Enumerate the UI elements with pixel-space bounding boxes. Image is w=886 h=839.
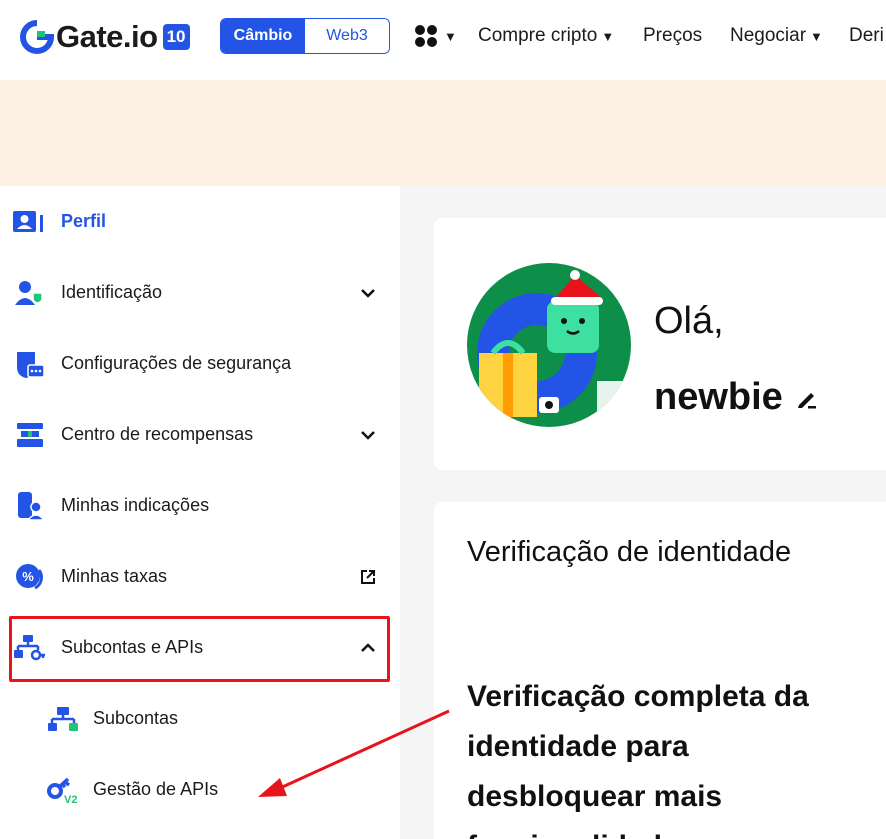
nav-compre-cripto[interactable]: Compre cripto ▼ bbox=[478, 25, 614, 47]
caret-down-icon: ▼ bbox=[601, 28, 615, 44]
percent-icon: % bbox=[13, 562, 47, 592]
username-text: newbie bbox=[654, 376, 783, 418]
sidebar-item-label: Gestão de APIs bbox=[93, 779, 219, 799]
api-key-icon: V2 bbox=[46, 775, 80, 805]
caret-down-icon: ▼ bbox=[444, 28, 457, 44]
username: newbie bbox=[654, 376, 819, 419]
avatar[interactable] bbox=[467, 263, 631, 427]
gate-logo-icon bbox=[20, 20, 54, 54]
sidebar-item-label: Identificação bbox=[61, 282, 163, 302]
top-nav: Gate.io 10 Câmbio Web3 ▼ Compre cripto ▼… bbox=[0, 0, 886, 80]
sidebar-item-identificacao[interactable]: Identificação bbox=[0, 257, 400, 328]
chevron-down-icon[interactable] bbox=[358, 425, 378, 445]
sidebar-subitem-subcontas[interactable]: Subcontas bbox=[0, 683, 400, 754]
sidebar-subitem-gestao-apis[interactable]: V2 Gestão de APIs bbox=[0, 754, 400, 825]
identity-verification-card: Verificação de identidade Verificação co… bbox=[434, 502, 886, 839]
sidebar-item-seguranca[interactable]: Configurações de segurança bbox=[0, 328, 400, 399]
announcement-banner bbox=[0, 80, 886, 186]
referral-icon bbox=[13, 491, 47, 521]
sidebar-item-subcontas-apis[interactable]: Subcontas e APIs bbox=[0, 612, 400, 683]
sidebar-item-taxas[interactable]: % Minhas taxas bbox=[0, 541, 400, 612]
identity-shield-icon bbox=[13, 278, 47, 308]
rewards-icon bbox=[13, 420, 47, 450]
gate-logo[interactable]: Gate.io 10 bbox=[20, 18, 190, 56]
verification-description: Verificação completa da identidade para … bbox=[467, 680, 809, 839]
nav-precos[interactable]: Preços bbox=[643, 25, 702, 47]
main-content: Olá, newbie Verificação de identidade Ve… bbox=[400, 186, 886, 839]
sidebar-item-indicacoes[interactable]: Minhas indicações bbox=[0, 470, 400, 541]
svg-text:%: % bbox=[22, 569, 34, 584]
subaccount-api-icon bbox=[13, 633, 47, 663]
logo-text: Gate.io bbox=[56, 19, 158, 54]
nav-label: Deri bbox=[849, 25, 884, 46]
greeting-text: Olá, bbox=[654, 300, 724, 342]
nav-label: Compre cripto bbox=[478, 25, 598, 46]
profile-card-icon bbox=[13, 207, 47, 237]
profile-card: Olá, newbie bbox=[434, 218, 886, 470]
sidebar-item-label: Perfil bbox=[61, 211, 107, 231]
apps-menu-button[interactable]: ▼ bbox=[414, 24, 457, 48]
sidebar-item-label: Subcontas bbox=[93, 708, 179, 728]
anniversary-badge: 10 bbox=[162, 24, 190, 50]
apps-grid-icon bbox=[415, 25, 437, 47]
sidebar-item-label: Minhas taxas bbox=[61, 566, 168, 586]
security-shield-icon bbox=[13, 349, 47, 379]
account-sidebar: Perfil Identificação Configurações de se… bbox=[0, 186, 400, 839]
caret-down-icon: ▼ bbox=[810, 28, 823, 44]
tab-web3[interactable]: Web3 bbox=[305, 19, 389, 53]
sidebar-item-label: Centro de recompensas bbox=[61, 424, 254, 444]
subaccount-icon bbox=[46, 704, 80, 734]
external-link-icon[interactable] bbox=[358, 567, 378, 587]
tab-cambio[interactable]: Câmbio bbox=[221, 19, 305, 53]
nav-label: Preços bbox=[643, 25, 703, 46]
sidebar-item-recompensas[interactable]: Centro de recompensas bbox=[0, 399, 400, 470]
nav-negociar[interactable]: Negociar ▼ bbox=[730, 25, 823, 47]
edit-pencil-icon[interactable] bbox=[795, 386, 819, 410]
sidebar-item-label: Minhas indicações bbox=[61, 495, 210, 515]
nav-derivativos[interactable]: Deri bbox=[849, 25, 884, 47]
nav-label: Negociar bbox=[730, 25, 807, 46]
sidebar-item-label: Configurações de segurança bbox=[61, 353, 292, 373]
chevron-up-icon[interactable] bbox=[358, 638, 378, 658]
chevron-down-icon[interactable] bbox=[358, 283, 378, 303]
exchange-web3-switch: Câmbio Web3 bbox=[220, 18, 390, 54]
sidebar-item-label: Subcontas e APIs bbox=[61, 637, 204, 657]
verification-title: Verificação de identidade bbox=[467, 536, 792, 568]
v2-badge: V2 bbox=[64, 794, 77, 804]
sidebar-item-perfil[interactable]: Perfil bbox=[0, 186, 400, 257]
